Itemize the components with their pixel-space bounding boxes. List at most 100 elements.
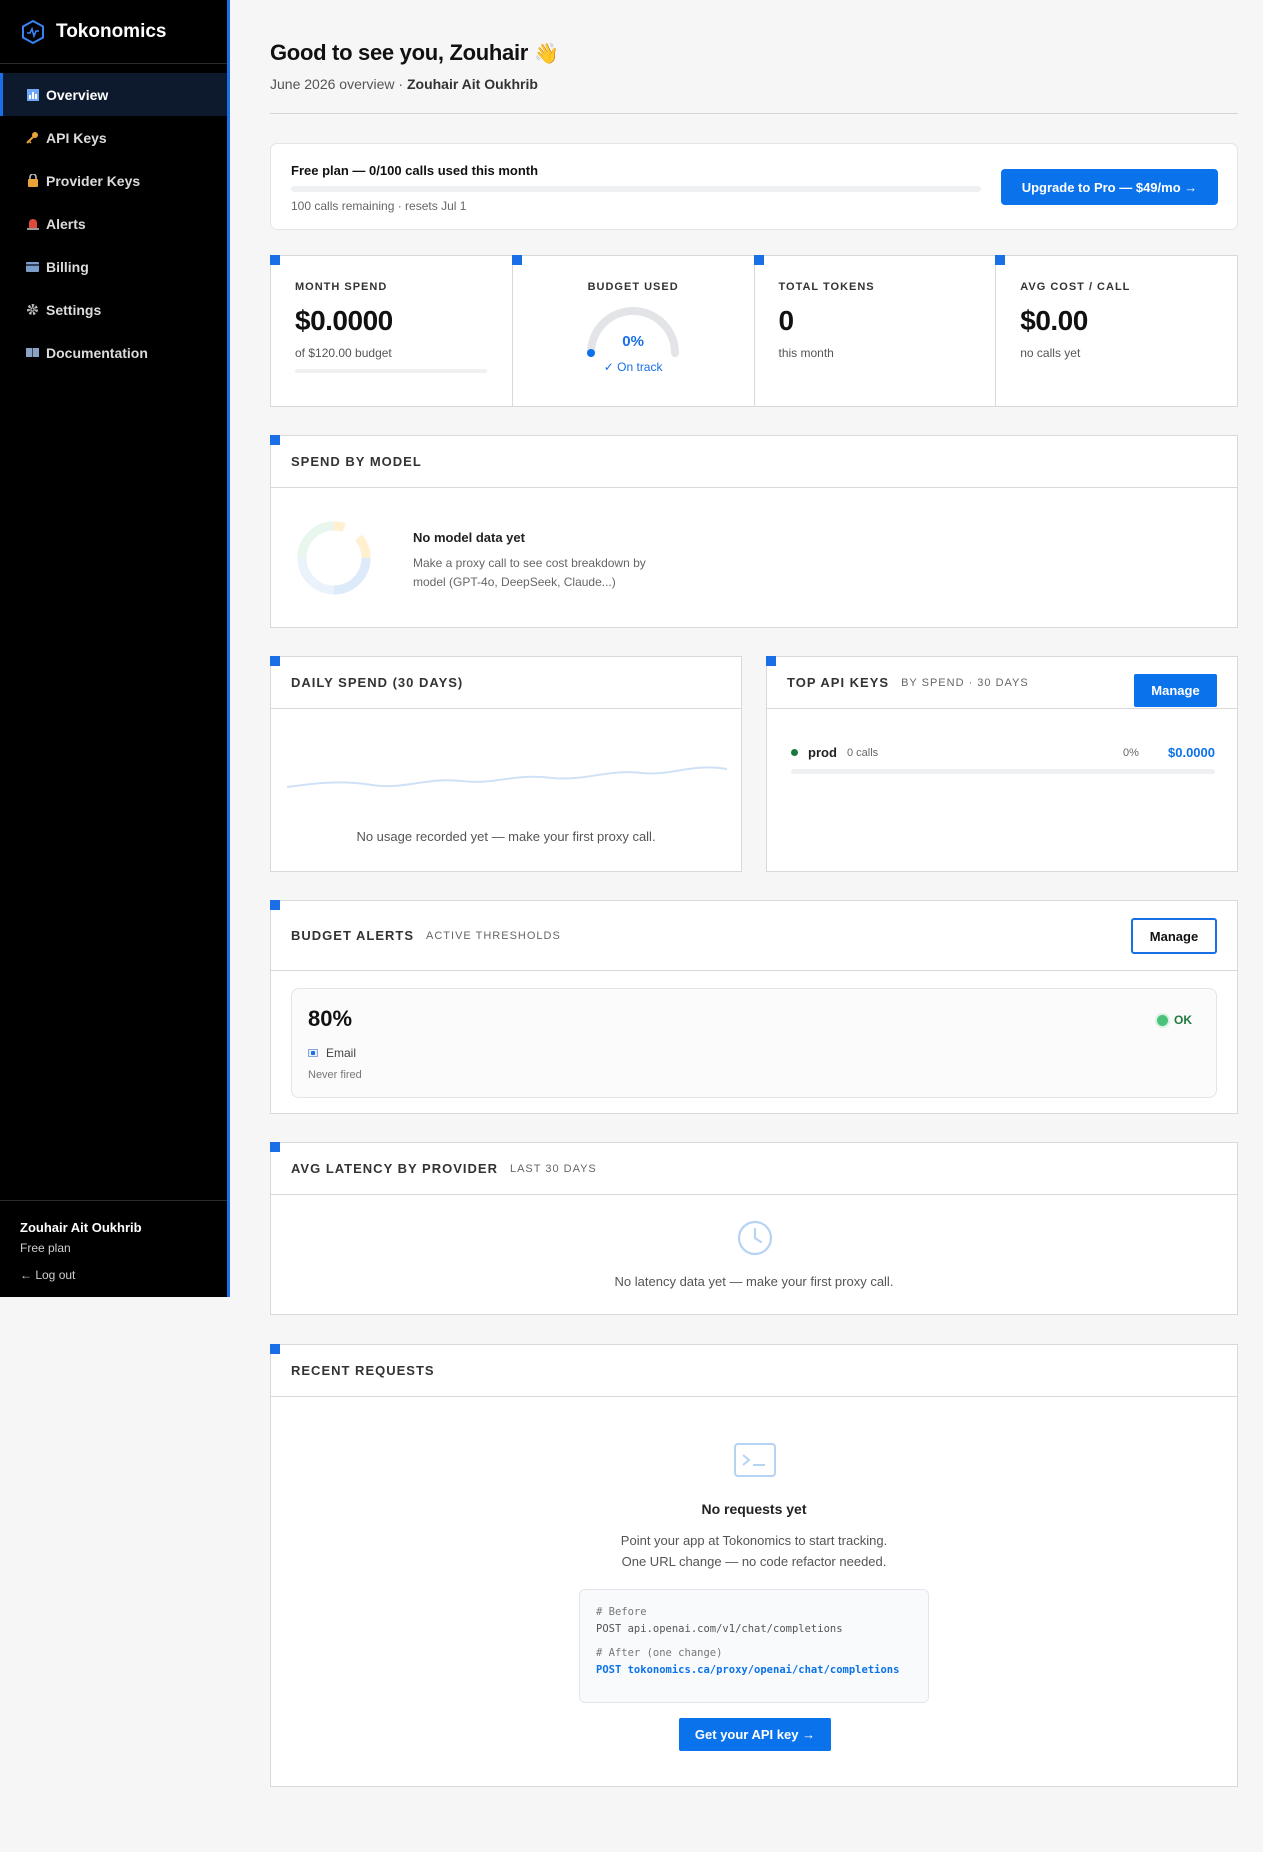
siren-icon xyxy=(25,216,40,231)
stat-label: AVG COST / CALL xyxy=(1020,281,1131,293)
greeting-text: Good to see you, Zouhair xyxy=(270,40,529,65)
brand[interactable]: Tokonomics xyxy=(0,0,227,64)
stat-budget-used: BUDGET USED 0% ✓ On track xyxy=(511,255,754,406)
code-comment: # After (one change) xyxy=(596,1647,723,1659)
card-icon xyxy=(25,259,40,274)
recent-requests-card: RECENT REQUESTS No requests yet Point yo… xyxy=(270,1344,1238,1787)
key-name: prod xyxy=(808,745,837,760)
card-tag: BY SPEND · 30 DAYS xyxy=(901,676,1029,689)
empty-title: No requests yet xyxy=(701,1501,807,1517)
stat-value: $0.0000 xyxy=(295,305,393,336)
key-share-bar xyxy=(791,769,1215,774)
plan-usage-sub: 100 calls remaining · resets Jul 1 xyxy=(291,199,467,213)
corner-marker xyxy=(995,255,1006,265)
card-title: SPEND BY MODEL xyxy=(291,454,422,469)
empty-title: No model data yet xyxy=(413,530,525,545)
key-calls: 0 calls xyxy=(847,747,879,759)
key-amount: $0.0000 xyxy=(1168,745,1215,760)
code-snippet: # Before POST api.openai.com/v1/chat/com… xyxy=(579,1589,929,1703)
budget-gauge: 0% xyxy=(583,305,683,357)
card-header: SPEND BY MODEL xyxy=(271,436,1237,488)
sidebar-item-label: Settings xyxy=(46,301,102,318)
stat-month-spend: MONTH SPEND $0.0000 of $120.00 budget xyxy=(270,255,512,406)
app-name: Tokonomics xyxy=(56,20,167,42)
sidebar-nav: Overview API Keys Provider Keys Alerts B… xyxy=(0,73,227,374)
corner-marker xyxy=(753,255,764,265)
corner-marker xyxy=(270,255,280,265)
card-header: DAILY SPEND (30 DAYS) xyxy=(271,657,741,709)
status-dot xyxy=(791,749,798,756)
page-title: Good to see you, Zouhair 👋 xyxy=(270,40,559,66)
email-icon xyxy=(308,1049,318,1057)
code-comment: # Before xyxy=(596,1606,647,1618)
sidebar-item-overview[interactable]: Overview xyxy=(0,73,227,116)
sidebar-item-alerts[interactable]: Alerts xyxy=(0,202,227,245)
budget-status: ✓ On track xyxy=(603,360,663,374)
code-line-highlight: POST tokonomics.ca/proxy/openai/chat/com… xyxy=(596,1664,900,1676)
status-badge: OK xyxy=(1157,1013,1192,1027)
latency-card: AVG LATENCY BY PROVIDER LAST 30 DAYS No … xyxy=(270,1142,1238,1315)
alert-channel: Email xyxy=(308,1046,356,1060)
clock-icon xyxy=(737,1220,773,1256)
plan-usage-bar xyxy=(291,186,981,192)
alert-channel-label: Email xyxy=(326,1046,357,1060)
status-badge-label: OK xyxy=(1174,1013,1192,1027)
get-api-key-button[interactable]: Get your API key → xyxy=(679,1718,831,1751)
manage-keys-button[interactable]: Manage xyxy=(1134,674,1217,707)
page-subtitle: June 2026 overview · Zouhair Ait Oukhrib xyxy=(270,76,538,92)
stat-sub: of $120.00 budget xyxy=(295,346,392,360)
top-api-keys-card: TOP API KEYS BY SPEND · 30 DAYS Manage p… xyxy=(766,656,1238,872)
empty-text: No usage recorded yet — make your first … xyxy=(356,829,656,844)
logout-link[interactable]: ← Log out xyxy=(20,1268,207,1282)
stat-label: MONTH SPEND xyxy=(295,281,388,293)
sidebar-item-provider-keys[interactable]: Provider Keys xyxy=(0,159,227,202)
card-title: RECENT REQUESTS xyxy=(291,1363,435,1378)
user-name: Zouhair Ait Oukhrib xyxy=(20,1220,142,1235)
key-icon xyxy=(25,130,40,145)
card-title: AVG LATENCY BY PROVIDER xyxy=(291,1161,498,1176)
wave-icon: 👋 xyxy=(534,42,559,65)
empty-text: Make a proxy call to see cost breakdown … xyxy=(413,556,646,589)
corner-marker xyxy=(511,255,522,265)
stat-avg-cost: AVG COST / CALL $0.00 no calls yet xyxy=(995,255,1237,406)
budget-alerts-card: BUDGET ALERTS ACTIVE THRESHOLDS Manage 8… xyxy=(270,900,1238,1114)
terminal-icon xyxy=(734,1443,776,1477)
sidebar-item-api-keys[interactable]: API Keys xyxy=(0,116,227,159)
upgrade-button[interactable]: Upgrade to Pro — $49/mo → xyxy=(1001,169,1218,205)
stats-row: MONTH SPEND $0.0000 of $120.00 budget BU… xyxy=(270,255,1238,407)
empty-text: No latency data yet — make your first pr… xyxy=(614,1274,894,1289)
plan-usage-card: Free plan — 0/100 calls used this month … xyxy=(270,143,1238,230)
user-plan: Free plan xyxy=(20,1241,71,1255)
sidebar-item-label: Billing xyxy=(46,258,89,275)
empty-text-line: One URL change — no code refactor needed… xyxy=(621,1554,887,1569)
card-title: TOP API KEYS xyxy=(787,675,890,690)
code-line: POST api.openai.com/v1/chat/completions xyxy=(596,1623,843,1635)
sidebar: Tokonomics Overview API Keys Provider Ke… xyxy=(0,0,230,1297)
sidebar-item-settings[interactable]: Settings xyxy=(0,288,227,331)
alert-threshold: 80% xyxy=(308,1006,353,1031)
sidebar-item-documentation[interactable]: Documentation xyxy=(0,331,227,374)
stat-label: TOTAL TOKENS xyxy=(778,281,875,293)
alert-threshold-item[interactable]: 80% Email Never fired OK xyxy=(291,988,1217,1098)
sidebar-item-billing[interactable]: Billing xyxy=(0,245,227,288)
sidebar-item-label: Provider Keys xyxy=(46,172,141,189)
card-title: BUDGET ALERTS xyxy=(291,928,415,943)
spend-by-model-card: SPEND BY MODEL No model data yet Make a … xyxy=(270,435,1238,628)
empty-text: Point your app at Tokonomics to start tr… xyxy=(271,1530,1237,1572)
empty-text-line: Point your app at Tokonomics to start tr… xyxy=(620,1533,888,1548)
key-pct: 0% xyxy=(1123,747,1139,759)
plan-usage-title: Free plan — 0/100 calls used this month xyxy=(291,163,539,178)
api-key-row[interactable]: prod 0 calls 0% $0.0000 xyxy=(791,745,1215,761)
donut-placeholder-icon xyxy=(297,521,371,595)
card-title: DAILY SPEND (30 DAYS) xyxy=(291,675,464,690)
card-tag: LAST 30 DAYS xyxy=(509,1162,597,1175)
sidebar-item-label: Alerts xyxy=(46,215,86,232)
card-header: BUDGET ALERTS ACTIVE THRESHOLDS xyxy=(271,901,1237,971)
manage-alerts-button[interactable]: Manage xyxy=(1131,918,1217,954)
subtitle-name: Zouhair Ait Oukhrib xyxy=(406,76,538,92)
header-divider xyxy=(270,113,1238,114)
chart-icon xyxy=(25,87,40,102)
gauge-value: 0% xyxy=(622,333,644,350)
card-tag: ACTIVE THRESHOLDS xyxy=(426,929,561,942)
spend-progress-bar xyxy=(295,369,487,373)
